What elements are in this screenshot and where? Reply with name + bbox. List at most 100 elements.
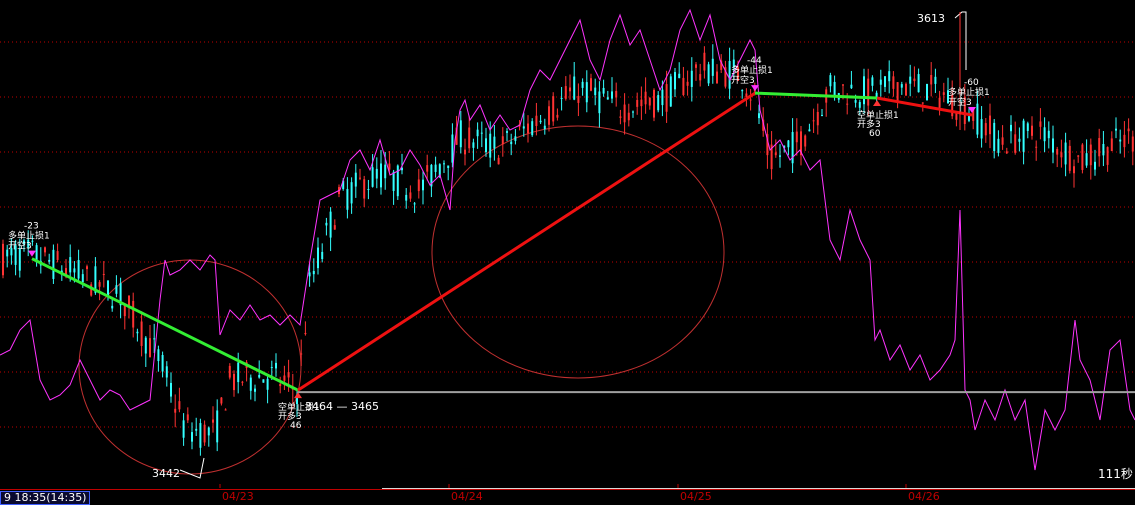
candle-body <box>207 427 210 436</box>
candle-body <box>913 78 916 82</box>
buy-arrow <box>873 99 881 106</box>
candle-body <box>1081 144 1084 170</box>
candle-body <box>1127 128 1130 132</box>
candle-body <box>846 103 849 105</box>
candle-body <box>527 123 529 134</box>
candle-body <box>346 188 349 210</box>
signal-label: 多单止损1 <box>8 230 50 242</box>
candle-body <box>447 165 450 168</box>
candle-body <box>850 84 853 89</box>
candle-body <box>77 260 80 279</box>
candle-body <box>695 64 697 68</box>
candle-body <box>254 388 256 392</box>
signal-label: -23 <box>24 222 39 232</box>
candle-body <box>989 115 991 135</box>
trend-line <box>297 91 756 392</box>
candle-body <box>233 373 235 391</box>
candle-body <box>422 179 424 191</box>
candle-body <box>1089 144 1092 166</box>
candle-body <box>506 131 508 133</box>
candle-body <box>241 381 244 383</box>
candle-body <box>615 90 618 98</box>
candle-body <box>228 365 231 378</box>
candle-body <box>921 102 924 104</box>
candle-body <box>426 165 429 172</box>
candle-body <box>98 282 101 287</box>
candle-body <box>598 91 601 114</box>
candle-body <box>266 378 269 390</box>
candle-body <box>186 414 189 421</box>
candle-body <box>531 121 534 136</box>
candle-body <box>102 273 105 275</box>
candle-body <box>690 70 693 87</box>
candle-body <box>1073 166 1075 174</box>
candle-body <box>749 99 752 101</box>
candle-body <box>896 82 899 101</box>
candle-body <box>1018 138 1021 142</box>
candle-body <box>892 76 895 89</box>
candle-body <box>711 58 714 76</box>
candle-body <box>333 225 336 230</box>
candle-body <box>157 349 160 362</box>
candle-body <box>52 249 55 279</box>
candle-body <box>195 428 198 431</box>
refresh-timer: 111秒 <box>1098 467 1133 481</box>
candle-body <box>459 120 462 148</box>
candle-body <box>678 73 681 79</box>
candle-body <box>1052 138 1054 153</box>
highlight-ellipse <box>78 259 302 475</box>
candle-body <box>497 157 500 165</box>
candle-body <box>581 81 584 88</box>
candle-body <box>258 374 261 378</box>
candle-body <box>888 71 891 82</box>
candle-body <box>451 134 454 163</box>
candle-body <box>191 432 193 442</box>
candle-body <box>930 75 933 85</box>
candle-body <box>18 248 21 271</box>
candle-body <box>543 125 546 130</box>
candle-body <box>1085 153 1088 166</box>
candle-body <box>485 138 487 153</box>
candle-body <box>86 266 88 270</box>
candle-body <box>1094 161 1096 170</box>
candle-body <box>682 77 685 96</box>
candle-body <box>997 138 1000 153</box>
signal-label: 开空3 <box>948 96 972 108</box>
candle-body <box>132 300 135 328</box>
candle-body <box>577 95 580 103</box>
candle-body <box>938 97 941 108</box>
candle-body <box>636 99 639 107</box>
candle-body <box>329 211 332 238</box>
candle-body <box>905 83 907 96</box>
candle-body <box>573 76 576 100</box>
candle-body <box>178 401 181 410</box>
candle-body <box>917 74 920 93</box>
candle-body <box>648 97 651 106</box>
candle-body <box>2 243 4 276</box>
candle-body <box>237 362 240 383</box>
candle-body <box>1026 123 1029 131</box>
candle-body <box>602 87 605 94</box>
candle-body <box>1123 134 1126 148</box>
candle-body <box>354 172 357 187</box>
signal-label: 46 <box>290 421 302 431</box>
candle-body <box>287 372 290 378</box>
candle-body <box>787 140 790 148</box>
candle-body <box>821 114 823 116</box>
chart-canvas[interactable]: 361334423464 — 3465-23多单止损1开空3空单止损1开多346… <box>0 0 1135 488</box>
candle-body <box>548 106 550 125</box>
candlestick-chart[interactable]: 3613 3442 3464 — 3465 -23 多单止损1 开空3 空单止损1 开多3 46… <box>0 0 1135 503</box>
candle-body <box>1131 136 1134 152</box>
candle-body <box>1039 121 1042 127</box>
candle-body <box>686 81 689 86</box>
highlight-ellipse <box>431 125 725 379</box>
candle-body <box>623 104 626 123</box>
candle-body <box>203 424 206 443</box>
candle-body <box>375 168 378 179</box>
candle-body <box>934 76 937 84</box>
candle-body <box>556 114 559 118</box>
candle-body <box>464 149 466 155</box>
candle-body <box>1022 120 1025 152</box>
candle-body <box>590 78 592 91</box>
candle-body <box>136 331 139 334</box>
